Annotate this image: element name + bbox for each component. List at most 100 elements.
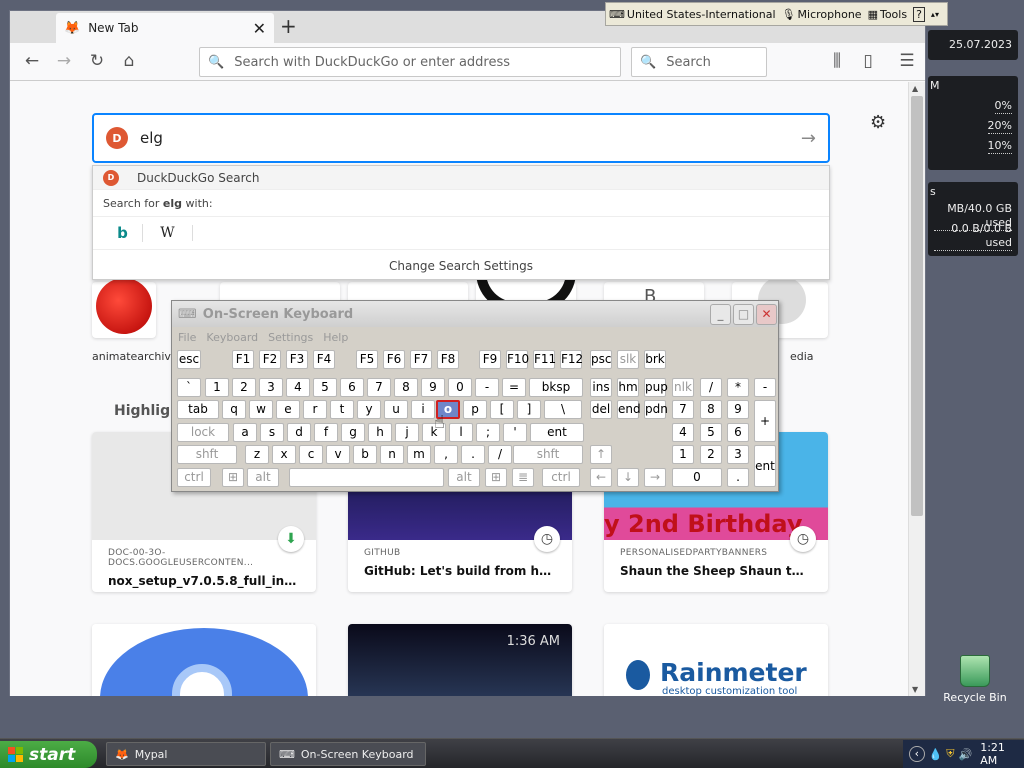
- osk-key[interactable]: d: [287, 423, 311, 442]
- osk-key[interactable]: 0: [448, 378, 472, 397]
- start-button[interactable]: start: [0, 741, 97, 768]
- windows-key[interactable]: ⊞: [485, 468, 507, 487]
- osk-key[interactable]: F12: [560, 350, 583, 369]
- menu-key[interactable]: ≣: [512, 468, 534, 487]
- osk-key[interactable]: .: [461, 445, 485, 464]
- osk-key[interactable]: ent: [754, 445, 776, 487]
- osk-key[interactable]: 3: [259, 378, 283, 397]
- osk-key[interactable]: m: [407, 445, 431, 464]
- osk-key[interactable]: .: [727, 468, 749, 487]
- osk-key[interactable]: nlk: [672, 378, 694, 397]
- osk-key[interactable]: y: [357, 400, 381, 419]
- osk-key[interactable]: pdn: [644, 400, 668, 419]
- osk-key[interactable]: ctrl: [542, 468, 580, 487]
- osk-key[interactable]: F2: [259, 350, 281, 369]
- osk-key[interactable]: z: [245, 445, 269, 464]
- osk-key[interactable]: F7: [410, 350, 432, 369]
- osk-key[interactable]: -: [475, 378, 499, 397]
- osk-key[interactable]: *: [727, 378, 749, 397]
- top-story-card[interactable]: [92, 624, 316, 696]
- osk-key[interactable]: ent: [530, 423, 584, 442]
- scrollbar-thumb[interactable]: [911, 96, 923, 516]
- osk-key[interactable]: w: [249, 400, 273, 419]
- osk-key[interactable]: t: [330, 400, 354, 419]
- help-button[interactable]: ?: [910, 6, 928, 22]
- osk-key[interactable]: F10: [506, 350, 529, 369]
- top-story-card[interactable]: Rainmeter desktop customization tool: [604, 624, 828, 696]
- keyboard-layout[interactable]: ⌨ United States-International: [606, 8, 779, 21]
- osk-key[interactable]: F11: [533, 350, 556, 369]
- langbar-options-icon[interactable]: ▴▾: [928, 10, 942, 19]
- osk-key[interactable]: n: [380, 445, 404, 464]
- osk-key[interactable]: ;: [476, 423, 500, 442]
- osk-key[interactable]: 9: [727, 400, 749, 419]
- shield-icon[interactable]: ⛨: [946, 747, 954, 761]
- osk-key[interactable]: 1: [672, 445, 694, 464]
- menu-icon[interactable]: ☰: [895, 51, 919, 71]
- top-story-card[interactable]: 1:36 AM: [348, 624, 572, 696]
- osk-key[interactable]: ctrl: [177, 468, 211, 487]
- osk-key[interactable]: ': [503, 423, 527, 442]
- microphone-button[interactable]: 🎙 Microphone: [779, 8, 865, 21]
- change-search-settings[interactable]: Change Search Settings: [93, 254, 829, 278]
- osk-key[interactable]: 1: [205, 378, 229, 397]
- new-tab-icon[interactable]: +: [280, 14, 297, 38]
- osk-key[interactable]: end: [617, 400, 641, 419]
- osk-key[interactable]: brk: [644, 350, 666, 369]
- osk-key[interactable]: F4: [313, 350, 335, 369]
- osk-key[interactable]: 9: [421, 378, 445, 397]
- osk-key[interactable]: 4: [672, 423, 694, 442]
- top-site-tile[interactable]: [92, 278, 156, 338]
- scrollbar[interactable]: ▲ ▼: [908, 82, 925, 696]
- osk-key[interactable]: `: [177, 378, 201, 397]
- osk-key[interactable]: alt: [448, 468, 480, 487]
- osk-key[interactable]: u: [384, 400, 408, 419]
- osk-key[interactable]: slk: [617, 350, 639, 369]
- recycle-bin[interactable]: Recycle Bin: [940, 655, 1010, 704]
- osk-key[interactable]: F6: [383, 350, 405, 369]
- search-bar[interactable]: 🔍 Search: [631, 47, 767, 77]
- osk-key[interactable]: F5: [356, 350, 378, 369]
- tools-button[interactable]: ▦ Tools: [865, 8, 911, 21]
- osk-key[interactable]: F3: [286, 350, 308, 369]
- tray-arrow-icon[interactable]: ‹: [909, 746, 925, 762]
- osk-key[interactable]: j: [395, 423, 419, 442]
- forward-icon[interactable]: →: [52, 51, 76, 71]
- reload-icon[interactable]: ↻: [85, 51, 109, 71]
- osk-key[interactable]: +: [754, 400, 776, 442]
- osk-key[interactable]: -: [754, 378, 776, 397]
- osk-key[interactable]: b: [353, 445, 377, 464]
- arrow-right-key[interactable]: →: [644, 468, 666, 487]
- osk-key[interactable]: a: [233, 423, 257, 442]
- osk-key[interactable]: 7: [367, 378, 391, 397]
- osk-key[interactable]: F9: [479, 350, 501, 369]
- osk-key[interactable]: =: [502, 378, 526, 397]
- osk-key[interactable]: ]: [517, 400, 541, 419]
- osk-key[interactable]: 0: [672, 468, 722, 487]
- space-key[interactable]: [289, 468, 444, 487]
- tab-new-tab[interactable]: 🦊 New Tab ✕: [56, 13, 274, 43]
- osk-key[interactable]: 7: [672, 400, 694, 419]
- osk-key[interactable]: x: [272, 445, 296, 464]
- osk-key[interactable]: l: [449, 423, 473, 442]
- osk-key[interactable]: [: [490, 400, 514, 419]
- water-drop-icon[interactable]: 💧: [929, 748, 943, 761]
- home-icon[interactable]: ⌂: [117, 51, 141, 71]
- scroll-down-icon[interactable]: ▼: [912, 685, 918, 694]
- osk-key[interactable]: ,: [434, 445, 458, 464]
- taskbar-item-mypal[interactable]: 🦊 Mypal: [106, 742, 266, 766]
- osk-key[interactable]: F1: [232, 350, 254, 369]
- osk-key[interactable]: shft: [177, 445, 237, 464]
- back-icon[interactable]: ←: [20, 51, 44, 71]
- osk-key[interactable]: /: [700, 378, 722, 397]
- close-icon[interactable]: ✕: [253, 19, 266, 38]
- suggestion-duckduckgo[interactable]: D DuckDuckGo Search: [93, 166, 829, 190]
- osk-key[interactable]: psc: [590, 350, 612, 369]
- osk-key[interactable]: pup: [644, 378, 668, 397]
- osk-key[interactable]: g: [341, 423, 365, 442]
- osk-key[interactable]: e: [276, 400, 300, 419]
- volume-icon[interactable]: 🔊: [959, 748, 973, 761]
- osk-key[interactable]: hm: [617, 378, 639, 397]
- scroll-up-icon[interactable]: ▲: [912, 84, 918, 93]
- osk-key[interactable]: alt: [247, 468, 279, 487]
